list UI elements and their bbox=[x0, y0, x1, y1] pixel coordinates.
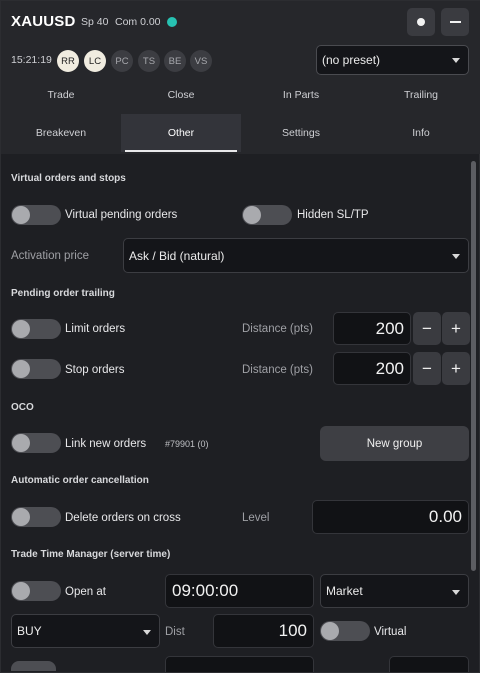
limit-orders-label: Limit orders bbox=[65, 323, 126, 335]
minus-icon bbox=[449, 21, 461, 23]
activation-price-value: Ask / Bid (natural) bbox=[129, 248, 225, 263]
spread-label: Sp 40 bbox=[81, 16, 109, 28]
limit-distance-decrement-button[interactable]: − bbox=[413, 312, 441, 345]
direction-value: BUY bbox=[17, 624, 42, 638]
preset-value: (no preset) bbox=[322, 53, 381, 67]
tab-in-parts[interactable]: In Parts bbox=[241, 76, 361, 114]
toggle-knob bbox=[12, 360, 30, 378]
trade-panel: XAUUSD Sp 40 Com 0.00 15:21:19 RR LC PC … bbox=[0, 0, 480, 673]
open-at-label: Open at bbox=[65, 586, 106, 598]
oco-group-id: #79901 (0) bbox=[165, 439, 209, 449]
connection-status-dot bbox=[167, 17, 177, 27]
section-trailing-title: Pending order trailing bbox=[11, 288, 115, 299]
chevron-down-icon bbox=[143, 630, 151, 635]
record-button[interactable] bbox=[407, 8, 435, 36]
order-type-select[interactable]: Market bbox=[320, 574, 469, 608]
section-cancel-title: Automatic order cancellation bbox=[11, 475, 149, 486]
chip-vs[interactable]: VS bbox=[190, 50, 212, 72]
toggle-knob bbox=[243, 206, 261, 224]
tab-close[interactable]: Close bbox=[121, 76, 241, 114]
link-new-orders-toggle[interactable] bbox=[11, 433, 61, 453]
chip-lc[interactable]: LC bbox=[84, 50, 106, 72]
dot-icon bbox=[417, 18, 425, 26]
hidden-sltp-toggle[interactable] bbox=[242, 205, 292, 225]
tab-breakeven[interactable]: Breakeven bbox=[1, 114, 121, 152]
activation-price-select[interactable]: Ask / Bid (natural) bbox=[123, 238, 469, 273]
tab-other[interactable]: Other bbox=[121, 114, 241, 152]
new-group-button[interactable]: New group bbox=[320, 426, 469, 461]
chip-rr[interactable]: RR bbox=[57, 50, 79, 72]
chip-be[interactable]: BE bbox=[164, 50, 186, 72]
limit-distance-input[interactable]: 200 bbox=[333, 312, 411, 345]
symbol-label: XAUUSD bbox=[11, 13, 76, 30]
activation-price-label: Activation price bbox=[11, 250, 89, 262]
stop-orders-label: Stop orders bbox=[65, 364, 125, 376]
chevron-down-icon bbox=[452, 254, 460, 259]
section-virtual-title: Virtual orders and stops bbox=[11, 173, 126, 184]
ttm-virtual-toggle[interactable] bbox=[320, 621, 370, 641]
server-time: 15:21:19 bbox=[11, 54, 52, 66]
section-ttm-title: Trade Time Manager (server time) bbox=[11, 549, 171, 560]
commission-label: Com 0.00 bbox=[115, 16, 161, 28]
direction-select[interactable]: BUY bbox=[11, 614, 160, 648]
dist-label: Dist bbox=[165, 626, 185, 638]
stop-distance-decrement-button[interactable]: − bbox=[413, 352, 441, 385]
preset-select[interactable]: (no preset) bbox=[316, 45, 469, 75]
stop-distance-input[interactable]: 200 bbox=[333, 352, 411, 385]
tab-trade[interactable]: Trade bbox=[1, 76, 121, 114]
chevron-down-icon bbox=[452, 590, 460, 595]
hidden-sltp-label: Hidden SL/TP bbox=[297, 209, 369, 221]
section-oco-title: OCO bbox=[11, 402, 34, 413]
stop-distance-label: Distance (pts) bbox=[242, 364, 313, 376]
virtual-pending-label: Virtual pending orders bbox=[65, 209, 178, 221]
virtual-pending-toggle[interactable] bbox=[11, 205, 61, 225]
level-input[interactable]: 0.00 bbox=[312, 500, 469, 534]
tab-other-label: Other bbox=[167, 127, 195, 139]
next-row-field-partial-2[interactable] bbox=[389, 656, 469, 672]
chevron-down-icon bbox=[452, 58, 460, 63]
toggle-knob bbox=[12, 508, 30, 526]
toggle-knob bbox=[12, 582, 30, 600]
delete-on-cross-label: Delete orders on cross bbox=[65, 512, 181, 524]
stop-orders-toggle[interactable] bbox=[11, 359, 61, 379]
next-row-field-partial[interactable] bbox=[165, 656, 314, 672]
ttm-virtual-label: Virtual bbox=[374, 626, 407, 638]
tab-bar: Trade Close In Parts Trailing Breakeven … bbox=[1, 76, 480, 154]
limit-distance-increment-button[interactable]: + bbox=[442, 312, 470, 345]
tab-info[interactable]: Info bbox=[361, 114, 480, 152]
dist-input[interactable]: 100 bbox=[213, 614, 314, 648]
toggle-knob bbox=[12, 206, 30, 224]
open-at-toggle[interactable] bbox=[11, 581, 61, 601]
toggle-knob bbox=[12, 434, 30, 452]
chip-ts[interactable]: TS bbox=[138, 50, 160, 72]
active-tab-indicator bbox=[125, 150, 237, 152]
chip-pc[interactable]: PC bbox=[111, 50, 133, 72]
link-new-orders-label: Link new orders bbox=[65, 438, 147, 450]
minimize-button[interactable] bbox=[441, 8, 469, 36]
limit-distance-label: Distance (pts) bbox=[242, 323, 313, 335]
level-label: Level bbox=[242, 512, 270, 524]
next-row-toggle-partial[interactable] bbox=[11, 661, 56, 671]
tab-settings[interactable]: Settings bbox=[241, 114, 361, 152]
open-time-input[interactable]: 09:00:00 bbox=[165, 574, 314, 608]
delete-on-cross-toggle[interactable] bbox=[11, 507, 61, 527]
order-type-value: Market bbox=[326, 584, 363, 598]
tab-trailing[interactable]: Trailing bbox=[361, 76, 480, 114]
toggle-knob bbox=[12, 320, 30, 338]
stop-distance-increment-button[interactable]: + bbox=[442, 352, 470, 385]
limit-orders-toggle[interactable] bbox=[11, 319, 61, 339]
toggle-knob bbox=[321, 622, 339, 640]
header: XAUUSD Sp 40 Com 0.00 15:21:19 RR LC PC … bbox=[1, 1, 480, 76]
vertical-scrollbar[interactable] bbox=[471, 161, 476, 571]
